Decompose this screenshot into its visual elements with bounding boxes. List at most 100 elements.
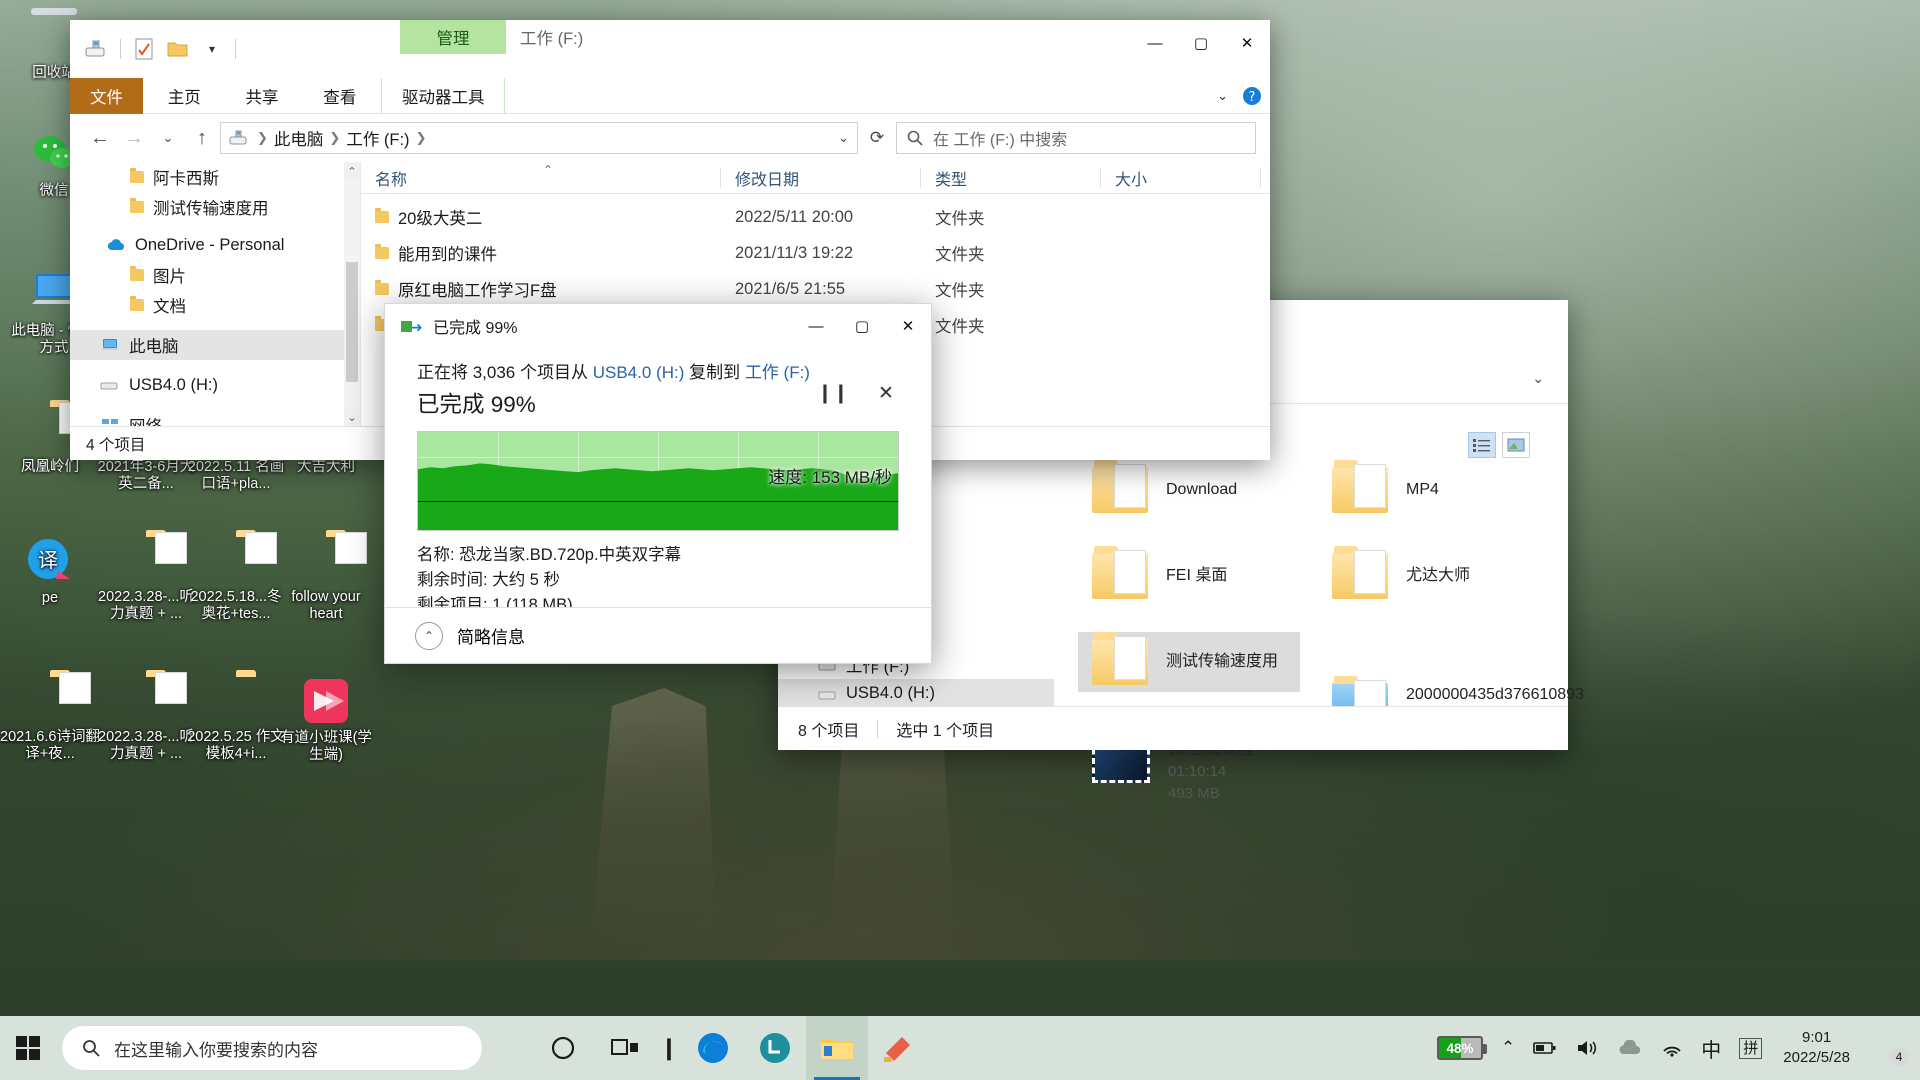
chevron-up-circle-icon[interactable]: ⌃: [415, 621, 443, 650]
nav-item-network[interactable]: 网络: [70, 410, 344, 426]
pause-icon[interactable]: ❙❙: [817, 382, 849, 405]
taskbar[interactable]: 在这里输入你要搜索的内容 ❙ 48% ⌃ 中 拼 9:01 2022/5/28 …: [0, 1016, 1920, 1080]
taskbar-search-box[interactable]: 在这里输入你要搜索的内容: [62, 1026, 482, 1070]
bg-file-item[interactable]: 测试传输速度用: [1078, 632, 1300, 692]
chevron-down-icon[interactable]: ▾: [195, 34, 229, 64]
dialog-minimize-button[interactable]: —: [793, 304, 839, 348]
desktop-icon-folder-template[interactable]: 2022.5.25 作文模板4+i...: [186, 676, 286, 763]
edge-icon[interactable]: [682, 1016, 744, 1080]
usb-drive-icon[interactable]: [80, 34, 114, 64]
search-box[interactable]: 在 工作 (F:) 中搜索: [896, 122, 1256, 154]
copy-destination-link[interactable]: 工作 (F:): [745, 363, 810, 382]
show-hidden-icons-button[interactable]: ⌃: [1492, 1016, 1524, 1080]
scroll-down-icon[interactable]: ⌄: [344, 408, 360, 426]
desktop-icon-pe[interactable]: 译 pe: [0, 536, 100, 607]
ribbon-collapse-icon[interactable]: ⌄: [1217, 88, 1228, 104]
taskbar-buttons[interactable]: ❙: [532, 1016, 930, 1080]
forward-button[interactable]: →: [118, 122, 150, 154]
nav-item-documents[interactable]: 文档: [70, 290, 344, 320]
refresh-button[interactable]: ⟳: [860, 122, 894, 154]
desktop-icon-folder-listening1[interactable]: 2022.3.28-...听力真题 + ...: [96, 536, 196, 623]
onedrive-cloud-icon[interactable]: [1608, 1016, 1652, 1080]
wifi-icon[interactable]: [1652, 1016, 1692, 1080]
cortana-icon[interactable]: [532, 1016, 594, 1080]
window-controls[interactable]: — ▢ ✕: [1132, 20, 1270, 66]
navigation-bar[interactable]: ← → ⌄ ↑ ❯ 此电脑 ❯ 工作 (F:) ❯ ⌄ ⟳ 在 工作 (F:) …: [70, 114, 1270, 162]
tab-drive-tools[interactable]: 驱动器工具: [380, 78, 506, 114]
properties-icon[interactable]: [127, 34, 161, 64]
quick-access-toolbar[interactable]: ▾: [80, 34, 242, 64]
ime-mode-indicator[interactable]: 中: [1692, 1016, 1730, 1080]
help-icon[interactable]: ?: [1242, 86, 1262, 106]
clock[interactable]: 9:01 2022/5/28: [1771, 1016, 1862, 1080]
bg-file-item[interactable]: MP4: [1318, 460, 1568, 520]
breadcrumb-work-f[interactable]: 工作 (F:): [346, 126, 409, 150]
close-button[interactable]: ✕: [1224, 20, 1270, 66]
nav-item-this-pc[interactable]: 此电脑: [70, 330, 344, 360]
table-row[interactable]: 能用到的课件 2021/11/3 19:22 文件夹: [361, 240, 1270, 266]
dialog-footer[interactable]: ⌃ 简略信息: [385, 607, 931, 663]
dialog-close-button[interactable]: ✕: [885, 304, 931, 348]
tab-home[interactable]: 主页: [148, 78, 221, 114]
breadcrumb-arrow[interactable]: ❯: [329, 130, 340, 146]
desktop-icon-youdao-class[interactable]: 有道小班课(学生端): [276, 676, 376, 764]
large-icons-view-icon[interactable]: [1502, 432, 1530, 458]
bg-chevron-down-icon[interactable]: ⌄: [1532, 370, 1544, 387]
nav-item-usb-h[interactable]: USB4.0 (H:): [70, 370, 344, 400]
copy-source-link[interactable]: USB4.0 (H:): [593, 363, 685, 382]
ribbon-tabs[interactable]: 文件 主页 共享 查看 驱动器工具 ⌄ ?: [70, 78, 1270, 114]
desktop-icon-folder-poetry[interactable]: 2021.6.6诗词翻译+夜...: [0, 676, 100, 763]
maximize-button[interactable]: ▢: [1178, 20, 1224, 66]
table-row[interactable]: 20级大英二 2022/5/11 20:00 文件夹: [361, 204, 1270, 230]
paint-icon[interactable]: [868, 1016, 930, 1080]
desktop-icon-follow-your-heart[interactable]: follow your heart: [276, 536, 376, 623]
copy-progress-dialog[interactable]: ➜ 已完成 99% — ▢ ✕ 正在将 3,036 个项目从 USB4.0 (H…: [384, 303, 932, 664]
explorer-titlebar[interactable]: ▾ 管理 工作 (F:) — ▢ ✕: [70, 20, 1270, 78]
scrollbar-thumb[interactable]: [346, 262, 358, 382]
desktop-icon-folder-listening2[interactable]: 2022.3.28-...听力真题 + ...: [96, 676, 196, 763]
nav-item-akasis[interactable]: 阿卡西斯: [70, 162, 344, 192]
recent-locations-button[interactable]: ⌄: [152, 122, 184, 154]
bg-file-item[interactable]: 尤达大师: [1318, 546, 1568, 606]
back-button[interactable]: ←: [84, 122, 116, 154]
bg-file-item[interactable]: FEI 桌面: [1078, 546, 1300, 606]
nav-item-onedrive[interactable]: OneDrive - Personal: [70, 230, 344, 260]
nav-item-speed-test[interactable]: 测试传输速度用: [70, 192, 344, 222]
ime-pinyin-indicator[interactable]: 拼: [1730, 1016, 1771, 1080]
transfer-controls[interactable]: ❙❙ ✕: [817, 382, 899, 405]
address-dropdown-icon[interactable]: ⌄: [838, 130, 849, 146]
scroll-up-icon[interactable]: ⌃: [344, 162, 360, 180]
column-name[interactable]: 名称: [361, 162, 721, 194]
battery-tray-icon[interactable]: [1524, 1016, 1566, 1080]
browser-icon[interactable]: [744, 1016, 806, 1080]
up-button[interactable]: ↑: [186, 122, 218, 154]
task-view-icon[interactable]: [594, 1016, 656, 1080]
column-headers[interactable]: 名称 修改日期 类型 大小 ⌃: [361, 162, 1270, 194]
address-bar[interactable]: ❯ 此电脑 ❯ 工作 (F:) ❯ ⌄: [220, 122, 858, 154]
column-type[interactable]: 类型: [921, 162, 1101, 194]
column-size[interactable]: 大小: [1101, 162, 1261, 194]
breadcrumb-this-pc[interactable]: 此电脑: [274, 126, 324, 150]
less-details-label[interactable]: 简略信息: [457, 623, 525, 648]
table-row[interactable]: 原红电脑工作学习F盘 2021/6/5 21:55 文件夹: [361, 276, 1270, 302]
speaker-icon[interactable]: [1566, 1016, 1608, 1080]
tab-file[interactable]: 文件: [70, 78, 143, 114]
breadcrumb-arrow[interactable]: ❯: [257, 130, 268, 146]
navigation-pane[interactable]: 阿卡西斯 测试传输速度用 OneDrive - Personal 图片 文档 此…: [70, 162, 360, 426]
bg-nav-item-usb-h[interactable]: USB4.0 (H:): [778, 679, 1054, 708]
cancel-icon[interactable]: ✕: [873, 382, 899, 405]
breadcrumb-arrow[interactable]: ❯: [416, 130, 427, 146]
action-center-button[interactable]: 4: [1862, 1016, 1914, 1080]
dialog-window-controls[interactable]: — ▢ ✕: [793, 304, 931, 348]
nav-pane-scrollbar[interactable]: ⌃ ⌄: [344, 162, 360, 426]
desktop-icon-folder-pdf[interactable]: 2022.5.18...冬奥花+tes...: [186, 536, 286, 623]
system-tray[interactable]: 48% ⌃ 中 拼 9:01 2022/5/28 4: [1428, 1016, 1920, 1080]
file-explorer-icon[interactable]: [806, 1016, 868, 1080]
column-date[interactable]: 修改日期: [721, 162, 921, 194]
battery-percentage-badge[interactable]: 48%: [1428, 1016, 1492, 1080]
dialog-maximize-button[interactable]: ▢: [839, 304, 885, 348]
bg-file-item[interactable]: Download: [1078, 460, 1300, 520]
tab-view[interactable]: 查看: [303, 78, 376, 114]
nav-item-pictures[interactable]: 图片: [70, 260, 344, 290]
details-view-icon[interactable]: [1468, 432, 1496, 458]
